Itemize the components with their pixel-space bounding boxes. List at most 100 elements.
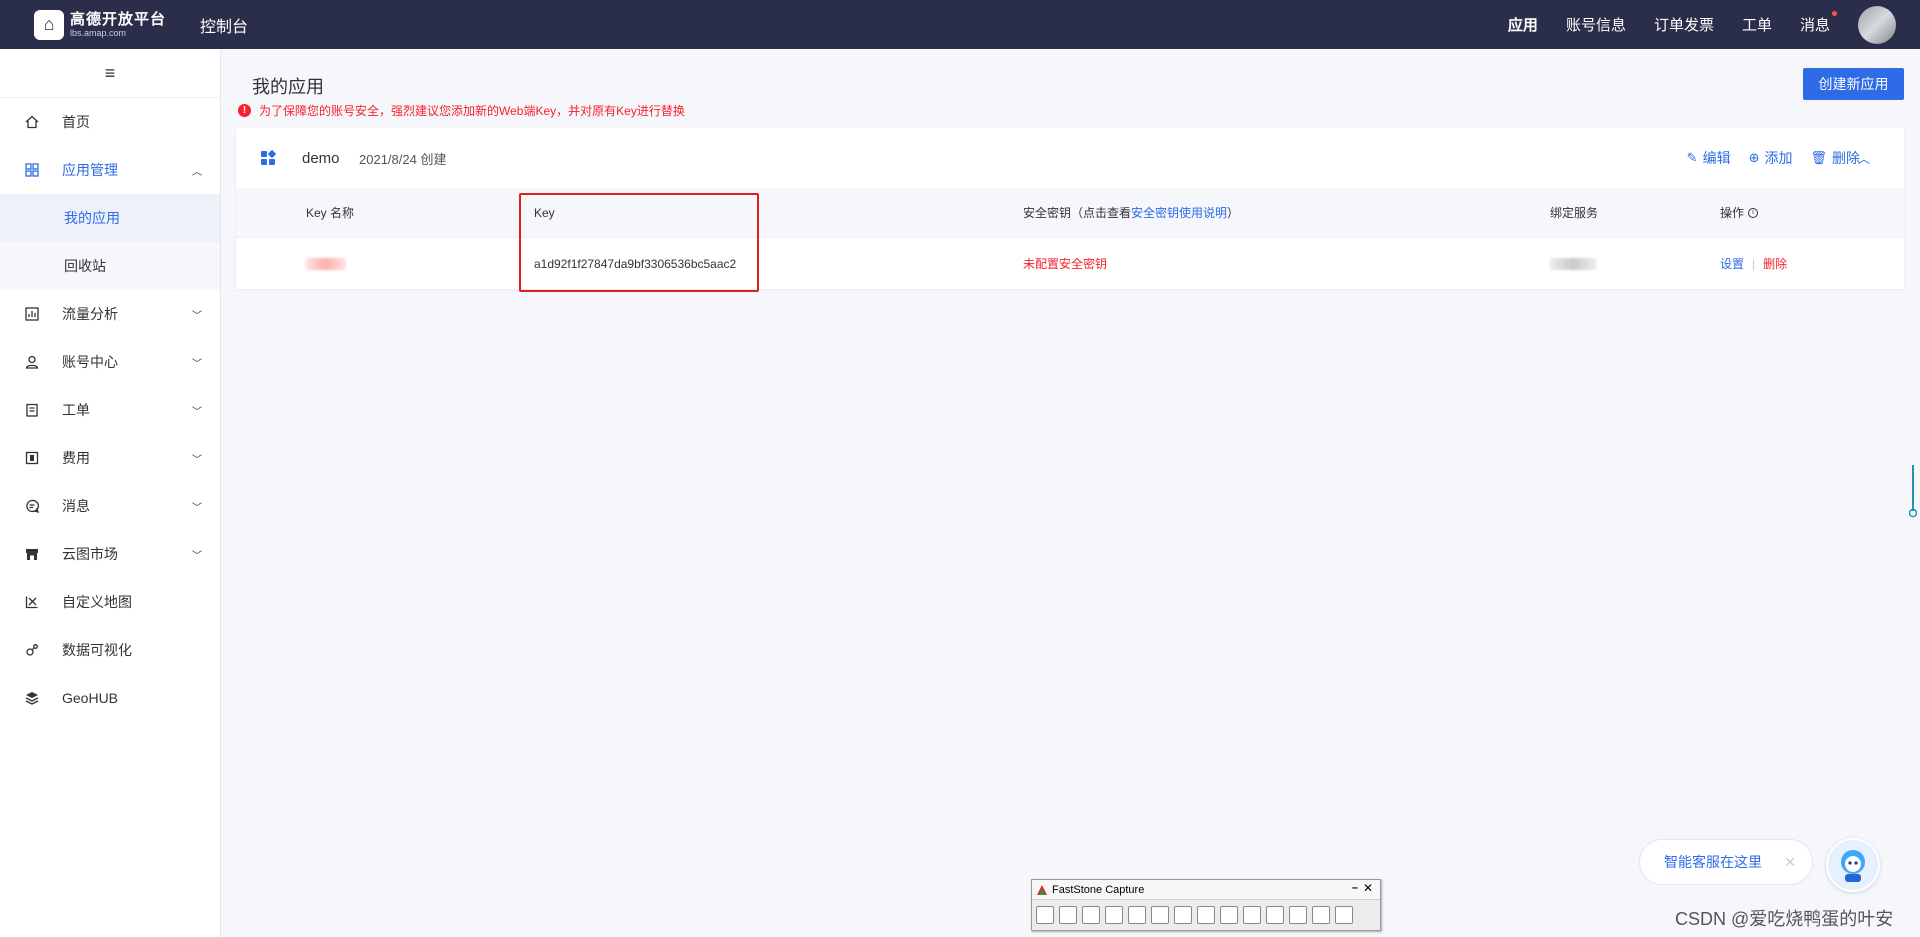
sidebar-item-app-management[interactable]: 应用管理 ︿ (0, 146, 220, 194)
assistant-avatar[interactable] (1826, 838, 1880, 892)
open-icon[interactable] (1036, 906, 1054, 924)
sidebar-item-label: 流量分析 (62, 306, 118, 322)
output-icon[interactable] (1312, 906, 1330, 924)
unread-dot (1832, 11, 1837, 16)
close-icon[interactable]: ✕ (1363, 881, 1373, 895)
capture-fullscreen-icon[interactable] (1151, 906, 1169, 924)
logo-subtitle: lbs.amap.com (70, 27, 127, 38)
table-header: Key 名称 Key 安全密钥（点击查看 安全密钥使用说明 ） 绑定服务 操作 … (236, 188, 1904, 237)
app-actions: ✎ 编辑 ⊕ 添加 🗑 删除 (1669, 148, 1860, 168)
grid-icon (24, 162, 40, 178)
col-secret-suffix: ） (1227, 206, 1240, 220)
delete-app-button[interactable]: 🗑 删除 (1810, 148, 1860, 168)
capture-scroll-icon[interactable] (1174, 906, 1192, 924)
sidebar-item-my-apps[interactable]: 我的应用 (0, 194, 220, 242)
app-created-date: 2021/8/24 创建 (359, 151, 447, 167)
sidebar-item-traffic-analysis[interactable]: 流量分析 ﹀ (0, 290, 220, 338)
app-card: demo 2021/8/24 创建 ✎ 编辑 ⊕ 添加 🗑 删除 ︿ Key 名… (236, 128, 1904, 289)
close-icon[interactable]: ✕ (1784, 854, 1796, 871)
logo[interactable]: ⌂ 高德开放平台 lbs.amap.com (34, 9, 167, 40)
sidebar-item-cloud-market[interactable]: 云图市场 ﹀ (0, 530, 220, 578)
capture-freehand-icon[interactable] (1128, 906, 1146, 924)
logo-title: 高德开放平台 (70, 10, 167, 28)
smart-assistant-bubble[interactable]: 智能客服在这里 ✕ (1639, 839, 1813, 885)
layers-icon (24, 690, 40, 706)
sidebar-item-account-center[interactable]: 账号中心 ﹀ (0, 338, 220, 386)
collapse-chevron-up-icon[interactable]: ︿ (1858, 150, 1870, 167)
sidebar-item-label: 账号中心 (62, 354, 118, 370)
sidebar-item-label: 费用 (62, 450, 90, 466)
sidebar-item-tickets[interactable]: 工单 ﹀ (0, 386, 220, 434)
nav-messages-label: 消息 (1799, 17, 1830, 34)
nav-tickets[interactable]: 工单 (1742, 14, 1772, 35)
col-key: Key (534, 205, 555, 220)
sidebar-item-recycle-bin[interactable]: 回收站 (0, 242, 220, 290)
sidebar-item-home[interactable]: 首页 (0, 98, 220, 146)
top-nav: 应用 账号信息 订单发票 工单 消息 (1508, 0, 1920, 49)
sidebar-item-geohub[interactable]: GeoHUB (0, 674, 220, 722)
faststone-title: FastStone Capture (1052, 883, 1145, 896)
screen-record-icon[interactable] (1220, 906, 1238, 924)
sidebar-item-label: 应用管理 (62, 162, 118, 178)
user-icon (24, 354, 40, 370)
chevron-down-icon: ﹀ (192, 406, 202, 418)
add-key-button[interactable]: ⊕ 添加 (1749, 148, 1793, 168)
sidebar-item-label: 首页 (62, 114, 90, 130)
col-service: 绑定服务 (1550, 206, 1599, 220)
faststone-titlebar[interactable]: FastStone Capture – ✕ (1032, 880, 1380, 900)
top-navigation-bar: ⌂ 高德开放平台 lbs.amap.com 控制台 应用 账号信息 订单发票 工… (0, 0, 1920, 49)
color-picker-icon[interactable] (1266, 906, 1284, 924)
nav-messages[interactable]: 消息 (1799, 11, 1837, 35)
sidebar-item-messages[interactable]: 消息 ﹀ (0, 482, 220, 530)
sidebar-item-label: 消息 (62, 498, 90, 514)
sidebar-item-data-visualization[interactable]: 数据可视化 (0, 626, 220, 674)
menu-toggle-icon[interactable]: ≡ (0, 49, 220, 98)
sidebar-item-label: GeoHUB (62, 690, 119, 706)
nav-orders-invoices[interactable]: 订单发票 (1654, 14, 1714, 35)
capture-rectangle-icon[interactable] (1105, 906, 1123, 924)
data-vis-icon (24, 642, 40, 658)
info-icon[interactable]: i (1748, 207, 1759, 218)
bound-service-redacted (1550, 238, 1596, 289)
sidebar-item-label: 自定义地图 (62, 594, 132, 610)
nav-apps[interactable]: 应用 (1508, 14, 1538, 35)
delete-key-link[interactable]: 删除 (1763, 255, 1787, 272)
col-secret-prefix: 安全密钥（点击查看 (1023, 206, 1132, 220)
sidebar-item-fees[interactable]: 费用 ﹀ (0, 434, 220, 482)
capture-fixed-icon[interactable] (1197, 906, 1215, 924)
edit-icon: ✎ (1686, 150, 1698, 165)
key-value: a1d92f1f27847da9bf3306536bc5aac2 (534, 256, 737, 271)
create-app-button[interactable]: 创建新应用 (1803, 68, 1904, 100)
chevron-up-icon: ︿ (192, 166, 202, 178)
nav-account-info[interactable]: 账号信息 (1566, 14, 1626, 35)
secret-help-link[interactable]: 安全密钥使用说明 (1131, 204, 1227, 221)
chevron-down-icon: ﹀ (192, 502, 202, 514)
console-link[interactable]: 控制台 (200, 13, 248, 37)
minimize-icon[interactable]: – (1352, 882, 1358, 894)
watermark: CSDN @爱吃烧鸭蛋的叶安 (1675, 909, 1894, 929)
sidebar: ≡ 首页 应用管理 ︿ 我的应用 回收站 流量分析 ﹀ 账号中心 ﹀ 工单 ﹀ … (0, 49, 221, 937)
sidebar-item-label: 工单 (62, 402, 90, 418)
row-ops: 设置 | 删除 (1720, 238, 1787, 289)
col-ops-label: 操作 (1720, 206, 1745, 220)
faststone-tools (1032, 900, 1380, 930)
user-avatar[interactable] (1858, 5, 1896, 44)
edit-app-button[interactable]: ✎ 编辑 (1687, 148, 1731, 168)
faststone-capture-toolbar: FastStone Capture – ✕ (1031, 879, 1381, 931)
security-warning: ! 为了保障您的账号安全，强烈建议您添加新的Web端Key，并对原有Key进行替… (238, 102, 685, 119)
chevron-down-icon: ﹀ (192, 310, 202, 322)
capture-object-icon[interactable] (1082, 906, 1100, 924)
clipboard-icon (24, 402, 40, 418)
capture-window-icon[interactable] (1059, 906, 1077, 924)
settings-icon[interactable] (1335, 906, 1353, 924)
amap-logo-icon: ⌂ (34, 9, 64, 40)
magnifier-icon[interactable] (1243, 906, 1261, 924)
chevron-down-icon: ﹀ (192, 454, 202, 466)
scroll-indicator-icon[interactable] (1909, 463, 1917, 519)
settings-link[interactable]: 设置 (1720, 255, 1744, 272)
chevron-down-icon: ﹀ (192, 358, 202, 370)
key-name-redacted (306, 238, 346, 289)
sidebar-item-custom-map[interactable]: 自定义地图 (0, 578, 220, 626)
app-name: demo (302, 149, 340, 167)
ruler-icon[interactable] (1289, 906, 1307, 924)
